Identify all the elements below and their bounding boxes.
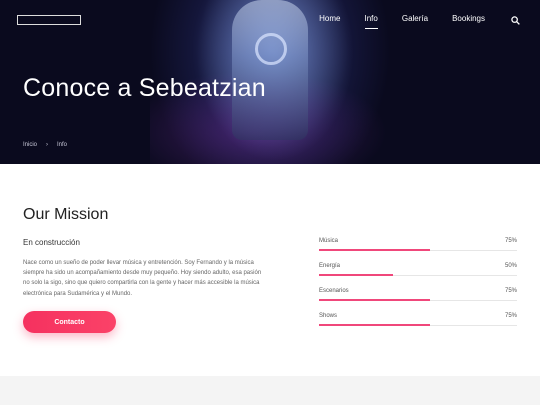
skill-bar-fill [319,299,430,301]
skill-label: Escenarios [319,288,349,294]
page-title: Conoce a Sebeatzian [23,74,266,102]
skill-bar-fill [319,274,393,276]
skill-energia: Energía 50% [319,263,517,288]
nav-item-info[interactable]: Info [364,14,379,29]
mission-title: Our Mission [23,206,109,223]
skills-list: Música 75% Energía 50% Escenarios 75% Sh… [319,238,517,338]
skill-bar-fill [319,249,430,251]
skill-bar-fill [319,324,430,326]
breadcrumb-home[interactable]: Inicio [23,142,37,148]
nav-item-galeria[interactable]: Galería [402,14,428,27]
hero-banner: Home Info Galería Bookings Conoce a Sebe… [0,0,540,164]
nav-item-bookings[interactable]: Bookings [452,14,485,27]
mission-subtitle: En construcción [23,238,80,247]
breadcrumb-separator-icon: › [46,142,49,148]
search-icon[interactable] [511,16,520,25]
contact-button[interactable]: Contacto [23,311,116,333]
skill-percent: 75% [504,313,517,319]
breadcrumb-current: Info [57,142,68,148]
skill-musica: Música 75% [319,238,517,263]
next-section [0,376,540,405]
skill-percent: 75% [504,288,517,294]
skill-percent: 50% [504,263,517,269]
hero-shirt-logo [255,33,287,65]
nav-item-home[interactable]: Home [319,14,340,27]
site-logo[interactable] [17,15,81,25]
breadcrumb: Inicio › Info [23,142,67,148]
skill-label: Música [319,238,339,244]
skill-label: Energía [319,263,341,269]
skill-escenarios: Escenarios 75% [319,288,517,313]
main-nav: Home Info Galería Bookings [295,14,520,29]
skill-shows: Shows 75% [319,313,517,338]
skill-percent: 75% [504,238,517,244]
skill-label: Shows [319,313,338,319]
mission-description: Nace como un sueño de poder llevar músic… [23,260,262,297]
